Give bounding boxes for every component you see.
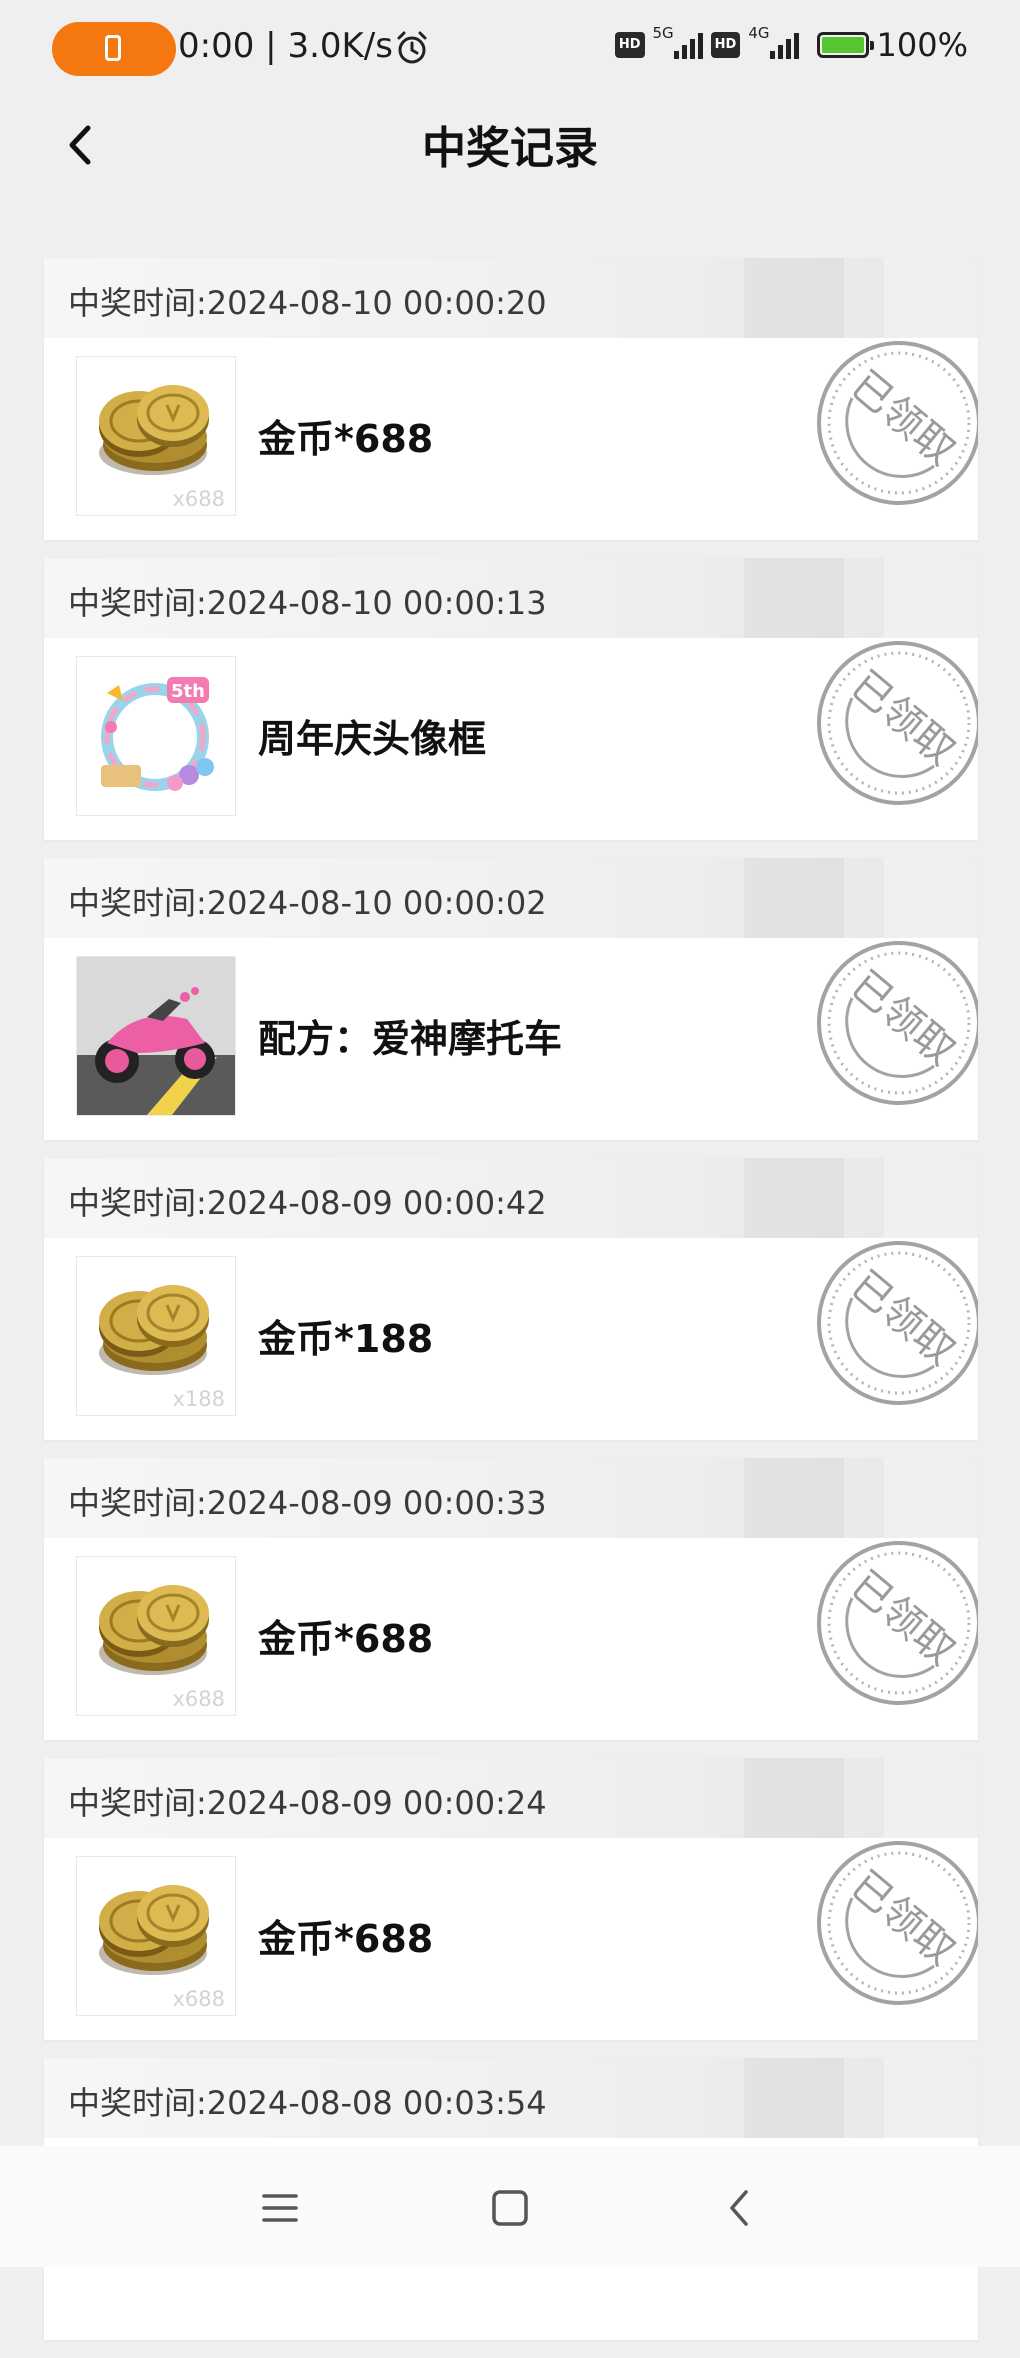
prize-name: 金币*688 [258,1917,434,1961]
claimed-stamp-icon: 已领取 [817,641,978,805]
claimed-stamp: 已领取 [814,938,978,1108]
claimed-stamp: 已领取 [814,1538,978,1708]
win-time: 中奖时间:2024-08-09 00:00:33 [68,1484,547,1522]
avatar-frame-thumbnail: 5th [76,656,236,816]
claimed-stamp-icon: 已领取 [817,1541,978,1705]
win-time: 中奖时间:2024-08-08 00:03:54 [68,2084,547,2122]
battery-percent: 100% [876,26,968,64]
win-time: 中奖时间:2024-08-10 00:00:20 [68,284,547,322]
prize-name: 金币*688 [258,417,434,461]
net-speed: 3.0K/s [287,26,393,66]
coins-thumbnail: x188 [76,1256,236,1416]
page-title: 中奖记录 [422,123,598,174]
record-card-header: 中奖时间:2024-08-09 00:00:33 [44,1458,978,1538]
claimed-stamp-icon: 已领取 [817,1241,978,1405]
record-card[interactable]: 中奖时间:2024-08-09 00:00:33 x688 金币*688 已领取 [44,1458,978,1740]
prize-name: 金币*688 [258,1617,434,1661]
quantity-label: x188 [172,1387,225,1411]
signal-icon [673,31,703,59]
win-time: 中奖时间:2024-08-10 00:00:02 [68,884,547,922]
record-card-header: 中奖时间:2024-08-10 00:00:20 [44,258,978,338]
status-time-speed: 0:00 | 3.0K/s [178,26,393,66]
coins-thumbnail: x688 [76,356,236,516]
record-card[interactable]: 中奖时间:2024-08-10 00:00:13 5th 周年庆头像框 已领取 [44,558,978,840]
record-card[interactable]: 中奖时间:2024-08-09 00:00:24 x688 金币*688 已领取 [44,1758,978,2040]
motorcycle-thumbnail [76,956,236,1116]
claimed-stamp-icon: 已领取 [817,1841,978,2005]
record-card[interactable]: 中奖时间:2024-08-10 00:00:20 x688 金币*688 已领取 [44,258,978,540]
hd-badge-2: HD [710,32,741,58]
claimed-stamp: 已领取 [814,1838,978,2008]
win-time: 中奖时间:2024-08-09 00:00:42 [68,1184,547,1222]
record-card-header: 中奖时间:2024-08-08 00:03:54 [44,2058,978,2138]
page-header: 中奖记录 [0,100,1020,220]
prize-record-list[interactable]: 中奖时间:2024-08-10 00:00:20 x688 金币*688 已领取… [44,258,978,2358]
record-card-header: 中奖时间:2024-08-10 00:00:13 [44,558,978,638]
coins-thumbnail: x688 [76,1856,236,2016]
network-type-1: 5G [652,24,674,42]
quantity-label: x688 [172,1987,225,2011]
record-card-header: 中奖时间:2024-08-09 00:00:42 [44,1158,978,1238]
record-card-header: 中奖时间:2024-08-10 00:00:02 [44,858,978,938]
status-bar: 0:00 | 3.0K/s HD 5G HD 4G 100% [0,0,1020,100]
claimed-stamp: 已领取 [814,338,978,508]
record-card[interactable]: 中奖时间:2024-08-10 00:00:02 配方：爱神摩托车 已领取 [44,858,978,1140]
menu-icon[interactable] [256,2184,304,2232]
win-time: 中奖时间:2024-08-10 00:00:13 [68,584,547,622]
system-nav-bar [0,2146,1020,2267]
quantity-label: x688 [172,1687,225,1711]
claimed-stamp: 已领取 [814,1238,978,1408]
clock: 0:00 [178,26,255,66]
claimed-stamp-icon: 已领取 [817,341,978,505]
back-icon[interactable] [716,2184,764,2232]
prize-name: 金币*188 [258,1317,434,1361]
win-time: 中奖时间:2024-08-09 00:00:24 [68,1784,547,1822]
signal-icon-2 [769,31,799,59]
record-card-header: 中奖时间:2024-08-09 00:00:24 [44,1758,978,1838]
status-icons: HD 5G HD 4G 100% [614,24,968,64]
phone-icon [105,35,121,61]
battery-icon [816,32,874,58]
quantity-label: x688 [172,487,225,511]
app-indicator-pill[interactable] [52,22,176,76]
hd-badge: HD [614,32,645,58]
record-card[interactable]: 中奖时间:2024-08-09 00:00:42 x188 金币*188 已领取 [44,1158,978,1440]
avatar-frame-icon: 5th [101,677,214,791]
network-type-2: 4G [748,24,770,42]
svg-text:5th: 5th [171,681,205,702]
home-icon[interactable] [486,2184,534,2232]
alarm-icon [397,31,427,64]
claimed-stamp: 已领取 [814,638,978,808]
prize-name: 周年庆头像框 [258,717,487,761]
prize-name: 配方：爱神摩托车 [258,1017,563,1061]
coins-thumbnail: x688 [76,1556,236,1716]
motorcycle-icon [77,957,235,1115]
claimed-stamp-icon: 已领取 [817,941,978,1105]
